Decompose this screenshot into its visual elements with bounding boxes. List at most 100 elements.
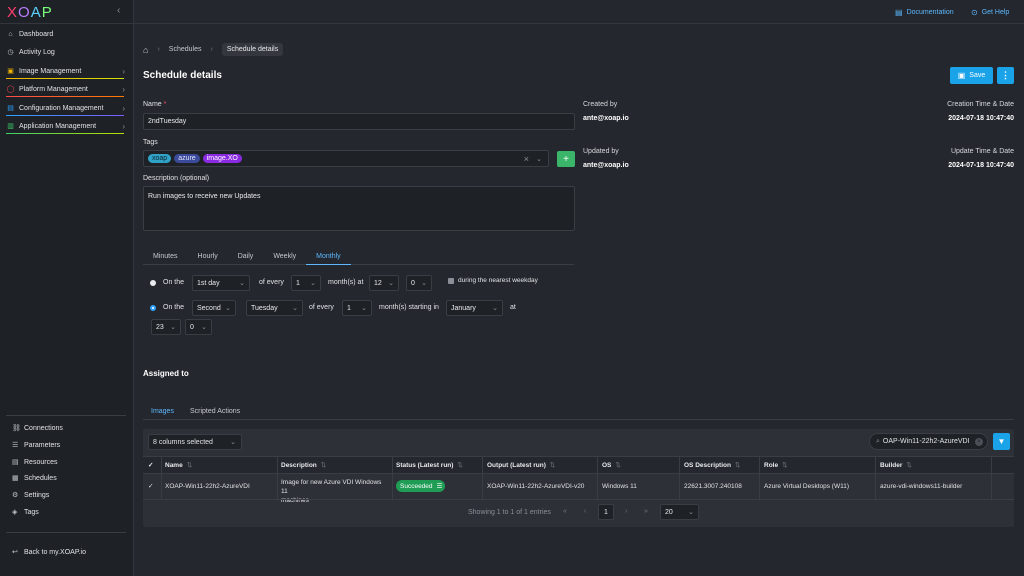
column-header-os[interactable]: OS ⇅	[602, 456, 621, 474]
name-label-text: Name	[143, 101, 162, 108]
months-select[interactable]: 1 ⌄	[291, 275, 321, 291]
apps-icon: ▥	[7, 123, 14, 130]
tab-images[interactable]: Images	[143, 402, 182, 420]
months-select[interactable]: 1 ⌄	[342, 300, 372, 316]
sidebar-item-parameters[interactable]: ☰ Parameters	[0, 437, 134, 453]
check-icon: ✓	[148, 483, 154, 490]
weekday-select[interactable]: Tuesday ⌄	[246, 300, 303, 316]
sidebar-item-application-management[interactable]: ▥ Application Management ›	[0, 117, 134, 135]
page-size-select[interactable]: 20 ⌄	[660, 504, 699, 520]
clear-icon[interactable]: ×	[524, 154, 529, 164]
accent-bar	[6, 78, 124, 79]
sidebar-item-label: Activity Log	[19, 48, 55, 56]
column-header-builder[interactable]: Builder ⇅	[880, 456, 912, 474]
sidebar-item-tags[interactable]: ◈ Tags	[0, 504, 134, 520]
breadcrumb-schedules[interactable]: Schedules	[169, 46, 202, 53]
tab-minutes[interactable]: Minutes	[143, 248, 188, 265]
select-all-checkbox[interactable]: ✓	[148, 456, 153, 474]
tag-chip[interactable]: image.XO	[202, 154, 242, 163]
column-header-name[interactable]: Name ⇅	[165, 456, 192, 474]
column-header-role[interactable]: Role ⇅	[764, 456, 788, 474]
sidebar-item-configuration-management[interactable]: ▤ Configuration Management ›	[0, 99, 134, 117]
tags-select[interactable]: xoap azure image.XO × ⌄	[143, 150, 549, 167]
minute-select[interactable]: 0 ⌄	[185, 319, 212, 335]
start-month-select[interactable]: January ⌄	[446, 300, 503, 316]
tab-scripted-actions[interactable]: Scripted Actions	[182, 402, 248, 420]
sidebar-item-schedules[interactable]: ▦ Schedules	[0, 470, 134, 486]
tab-daily[interactable]: Daily	[228, 248, 264, 265]
home-icon[interactable]: ⌂	[143, 45, 148, 55]
radio-on-the-day[interactable]	[150, 280, 156, 286]
column-header-output[interactable]: Output (Latest run) ⇅	[487, 456, 555, 474]
sidebar-item-connections[interactable]: ⛓ Connections	[0, 420, 134, 436]
description-line: Image for new Azure VDI Windows 11	[281, 479, 382, 495]
last-page-icon[interactable]: »	[644, 508, 648, 515]
collapse-sidebar-icon[interactable]: ‹	[117, 5, 120, 16]
day-select[interactable]: 1st day ⌄	[192, 275, 250, 291]
filter-button[interactable]: ▼	[993, 433, 1010, 450]
page-1-button[interactable]: 1	[598, 504, 614, 520]
next-page-icon[interactable]: ›	[625, 508, 627, 515]
hour-select[interactable]: 12 ⌄	[369, 275, 399, 291]
book-icon: ▤	[895, 8, 903, 17]
back-to-xoap-link[interactable]: ↩ Back to my.XOAP.io	[0, 544, 134, 560]
name-input[interactable]: 2ndTuesday	[143, 113, 575, 130]
clear-search-icon[interactable]: ×	[975, 437, 983, 446]
sidebar-item-activity-log[interactable]: ◷ Activity Log	[0, 43, 134, 61]
sort-icon: ⇅	[906, 462, 912, 469]
tag-chip[interactable]: azure	[174, 154, 200, 163]
documentation-link[interactable]: ▤ Documentation	[895, 8, 954, 17]
sidebar-item-dashboard[interactable]: ⌂ Dashboard	[0, 25, 134, 43]
chevron-down-icon: ⌄	[201, 324, 207, 331]
add-tag-button[interactable]: +	[557, 151, 575, 167]
column-header-os-description[interactable]: OS Description ⇅	[684, 456, 740, 474]
ordinal-select-value: Second	[197, 304, 221, 312]
search-input[interactable]: ⌕ OAP-Win11-22h2-AzureVDI ×	[869, 433, 988, 450]
columns-select[interactable]: 8 columns selected ⌄	[148, 434, 242, 450]
tab-weekly[interactable]: Weekly	[263, 248, 306, 265]
more-options-button[interactable]: ⋮	[997, 67, 1014, 84]
chevron-down-icon: ⌄	[361, 305, 367, 312]
ordinal-select[interactable]: Second ⌄	[192, 300, 236, 316]
tab-hourly[interactable]: Hourly	[188, 248, 228, 265]
hour-select[interactable]: 23 ⌄	[151, 319, 181, 335]
description-textarea[interactable]: Run images to receive new Updates	[143, 186, 575, 231]
column-divider	[482, 456, 483, 500]
creation-time-label: Creation Time & Date	[947, 101, 1014, 108]
cell-output: XOAP-Win11-22h2-AzureVDI-v20	[487, 483, 585, 490]
filter-icon: ▼	[997, 437, 1006, 446]
first-page-icon[interactable]: «	[563, 508, 567, 515]
cell-os: Windows 11	[602, 483, 637, 490]
chevron-right-icon: ›	[122, 84, 125, 94]
column-header-status[interactable]: Status (Latest run) ⇅	[396, 456, 463, 474]
starting-in-label: month(s) starting in	[379, 304, 439, 311]
radio-on-the-weekday[interactable]	[150, 305, 156, 311]
months-select-value: 1	[347, 304, 351, 312]
minute-select[interactable]: 0 ⌄	[406, 275, 432, 291]
sidebar-item-resources[interactable]: ▤ Resources	[0, 454, 134, 470]
get-help-link[interactable]: ⊙ Get Help	[971, 8, 1009, 17]
sidebar-item-label: Dashboard	[19, 30, 54, 38]
exit-icon: ↩	[12, 549, 18, 556]
sidebar-item-label: Configuration Management	[19, 104, 104, 112]
save-button[interactable]: ▣ Save	[950, 67, 993, 84]
sort-icon: ⇅	[615, 462, 621, 469]
day-select-value: 1st day	[197, 279, 220, 287]
divider	[6, 532, 126, 533]
column-header-label: OS Description	[684, 461, 731, 469]
sidebar-item-image-management[interactable]: ▣ Image Management ›	[0, 62, 134, 80]
sidebar-item-platform-management[interactable]: ◯ Platform Management ›	[0, 80, 134, 98]
page-title: Schedule details	[143, 70, 222, 81]
column-header-description[interactable]: Description ⇅	[281, 456, 326, 474]
tab-monthly[interactable]: Monthly	[306, 248, 351, 265]
nearest-weekday-checkbox[interactable]	[448, 278, 454, 284]
chevron-down-icon[interactable]: ⌄	[536, 155, 542, 163]
xoap-logo[interactable]: XOAP	[7, 4, 53, 21]
tag-chip[interactable]: xoap	[148, 154, 172, 163]
prev-page-icon[interactable]: ‹	[584, 508, 586, 515]
sidebar-item-label: Resources	[24, 458, 58, 466]
cell-name[interactable]: XOAP-Win11-22h2-AzureVDI	[165, 483, 250, 490]
row-checkbox[interactable]: ✓	[148, 482, 153, 490]
sidebar-item-settings[interactable]: ⚙ Settings	[0, 487, 134, 503]
chevron-right-icon: ›	[122, 103, 125, 113]
